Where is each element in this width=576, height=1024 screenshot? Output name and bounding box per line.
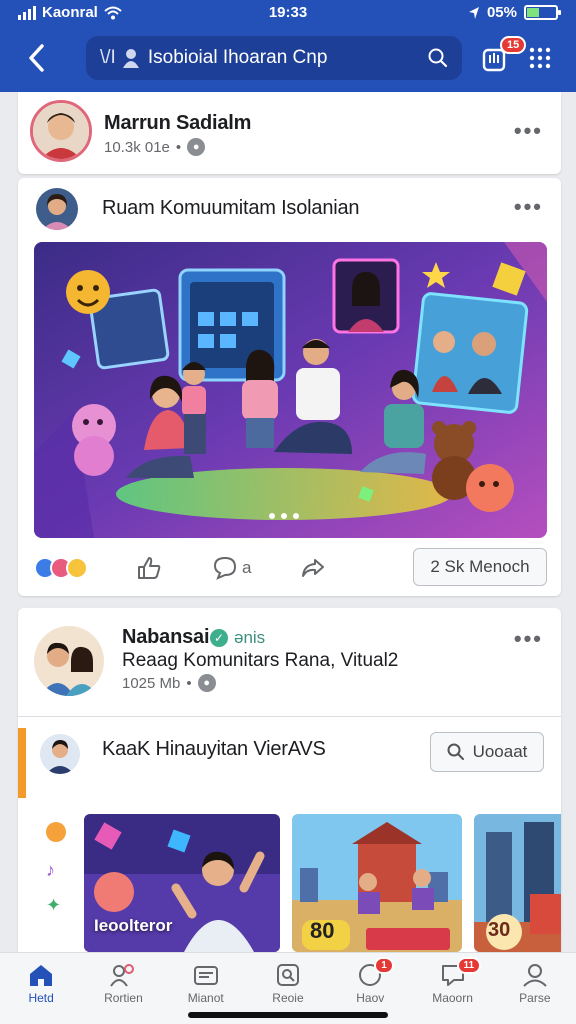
nav-badge: 1	[374, 957, 394, 974]
nav-profile[interactable]: Parse	[494, 953, 576, 1024]
more-options-icon[interactable]: •••	[514, 118, 543, 144]
accent-bar	[18, 728, 26, 798]
comment-icon	[213, 556, 237, 580]
bottom-navigation: Hetd Rortien Mianot Reoie 1 Haov 11 Maoo…	[0, 952, 576, 1024]
verified-tag: ənis	[234, 628, 266, 647]
menu-button[interactable]	[528, 40, 562, 76]
video-carousel: Ieoolteror 80 30	[84, 814, 561, 954]
profile-icon	[523, 964, 547, 987]
video-card[interactable]: Ieoolteror	[84, 814, 280, 952]
notification-badge: 15	[500, 36, 527, 54]
status-bar: Kaonral 19:33 05%	[0, 0, 576, 28]
tag-icon[interactable]: ✦	[46, 895, 66, 916]
people-icon	[110, 964, 135, 987]
more-options-icon[interactable]: •••	[514, 194, 543, 220]
community-illustration	[34, 242, 547, 538]
search-prefix: \/I	[100, 47, 116, 68]
reactions-summary[interactable]	[34, 557, 88, 579]
feed-post: Ruam Komuumitam Isolanian ••• a 2 Sk Men…	[18, 178, 561, 596]
globe-icon: ●	[187, 138, 206, 156]
comment-button[interactable]: a	[212, 556, 251, 580]
location-icon	[468, 6, 479, 19]
more-options-icon[interactable]: •••	[514, 626, 543, 652]
post-author[interactable]: Ruam Komuumitam Isolanian	[102, 197, 360, 220]
video-icon	[193, 966, 218, 985]
person-icon	[122, 49, 139, 68]
home-icon	[30, 965, 53, 986]
feed-post: Nabansai ✓ ənis Reaag Komunitars Rana, V…	[18, 608, 561, 958]
search-icon	[447, 743, 464, 760]
avatar[interactable]	[30, 100, 92, 162]
nav-label: Maoorn	[432, 991, 473, 1005]
share-button[interactable]	[301, 557, 325, 579]
nav-messages[interactable]: 11 Maoorn	[411, 953, 493, 1024]
bullet-separator: •	[175, 138, 182, 156]
post-meta: 10.3k 01e • ●	[104, 138, 206, 156]
video-caption: 80	[310, 918, 335, 943]
haha-reaction-icon	[66, 557, 88, 579]
video-card[interactable]: 30	[474, 814, 561, 952]
nav-label: Reoie	[272, 991, 304, 1005]
message-button[interactable]: 2 Sk Menoch	[413, 548, 547, 586]
nav-label: Hetd	[28, 991, 54, 1005]
emoji-column: ♪ ✦	[46, 822, 66, 916]
verified-check-icon: ✓	[210, 629, 228, 647]
nav-friends[interactable]: Rortien	[82, 953, 164, 1024]
like-button[interactable]	[136, 556, 162, 580]
back-arrow-icon[interactable]	[22, 40, 52, 76]
avatar[interactable]	[40, 734, 80, 774]
battery-icon	[524, 5, 561, 20]
search-icon[interactable]	[428, 48, 448, 68]
music-note-icon[interactable]: ♪	[46, 860, 66, 881]
nav-home[interactable]: Hetd	[0, 953, 82, 1024]
search-bar[interactable]: \/I Isobioial Ihoaran Cnp	[86, 36, 462, 80]
avatar[interactable]	[34, 626, 104, 696]
post-author[interactable]: Nabansai	[122, 626, 210, 649]
nav-label: Haov	[356, 991, 385, 1005]
comment-count: a	[242, 558, 252, 577]
watch-button[interactable]: Uooaat	[430, 732, 544, 772]
post-meta: 1025 Mb • ●	[122, 674, 216, 692]
watch-label: Uooaat	[472, 742, 528, 761]
nav-label: Mianot	[187, 991, 224, 1005]
embedded-title[interactable]: KaaK Hinauyitan VierAVS	[102, 738, 326, 761]
profile-card: Marrun Sadialm 10.3k 01e • ● •••	[18, 92, 561, 174]
explore-icon	[276, 964, 299, 986]
globe-icon: ●	[197, 674, 216, 692]
post-actions: a 2 Sk Menoch	[34, 548, 547, 588]
thumbs-up-icon	[138, 557, 161, 579]
smile-icon[interactable]	[46, 822, 66, 842]
post-author[interactable]: Marrun Sadialm	[104, 112, 251, 135]
bullet-separator: •	[186, 674, 192, 692]
post-meta-text: 1025 Mb	[122, 674, 181, 692]
grid-menu-icon	[529, 47, 551, 69]
post-image[interactable]	[34, 242, 547, 538]
app-bar: Kaonral 19:33 05% \/I Isobioial Ihoaran …	[0, 0, 576, 92]
share-icon	[302, 559, 325, 577]
video-caption: 30	[488, 919, 511, 941]
notifications-button[interactable]: 15	[480, 36, 527, 76]
home-indicator	[188, 1012, 388, 1018]
battery-percent: 05%	[486, 4, 517, 21]
search-text: Isobioial Ihoaran Cnp	[147, 47, 328, 68]
post-subtitle: Reaag Komunitars Rana, Vitual2	[122, 650, 399, 671]
post-meta-text: 10.3k 01e	[104, 138, 170, 156]
nav-label: Rortien	[104, 991, 143, 1005]
nav-label: Parse	[519, 991, 551, 1005]
nav-badge: 11	[456, 957, 482, 974]
video-caption: Ieoolteror	[94, 916, 173, 935]
avatar[interactable]	[36, 188, 78, 230]
divider	[18, 716, 561, 717]
verified-badge: ✓ ənis	[210, 628, 265, 648]
video-card[interactable]: 80	[292, 814, 462, 952]
